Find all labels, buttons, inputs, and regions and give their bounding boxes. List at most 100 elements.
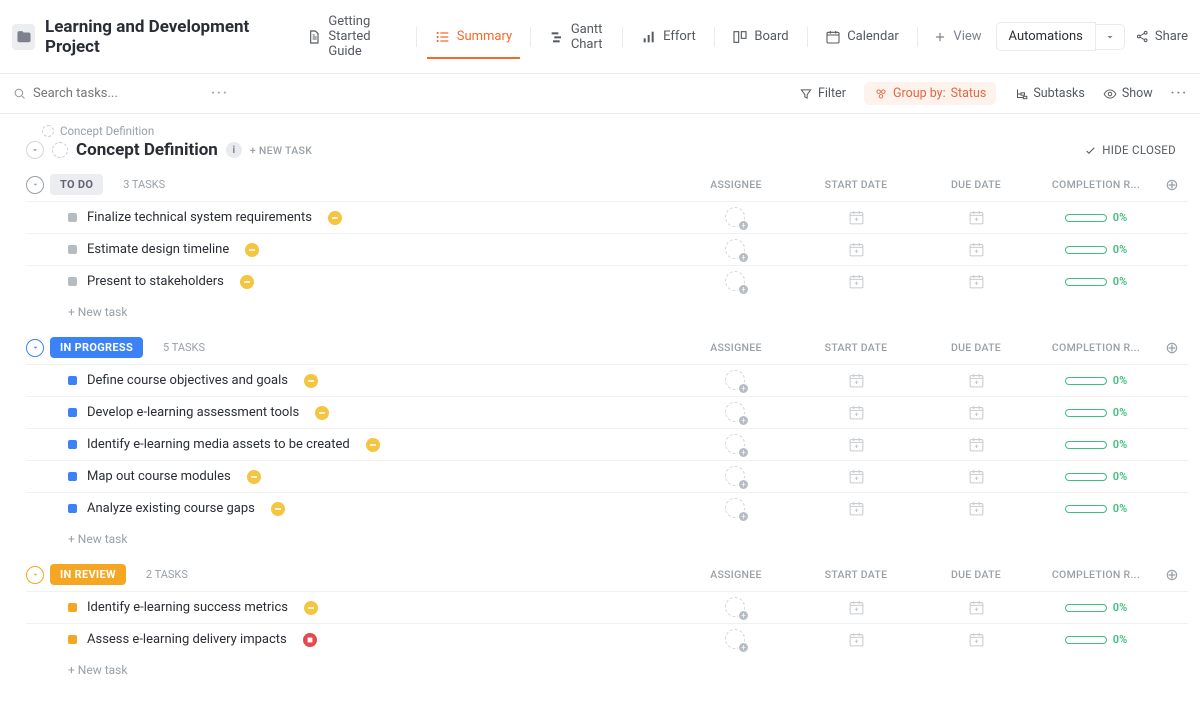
- task-name[interactable]: Identify e-learning success metrics: [87, 600, 288, 615]
- automations-caret[interactable]: [1096, 24, 1125, 50]
- column-header-completion[interactable]: COMPLETION R...: [1036, 341, 1156, 354]
- start-date-cell[interactable]: [796, 273, 916, 290]
- subtasks-button[interactable]: Subtasks: [1014, 86, 1084, 101]
- column-header-start-date[interactable]: START DATE: [796, 341, 916, 354]
- task-row[interactable]: Analyze existing course gaps + 0%: [26, 492, 1188, 524]
- tab-calendar[interactable]: Calendar: [813, 23, 911, 51]
- status-pill[interactable]: IN PROGRESS: [50, 337, 143, 358]
- task-name[interactable]: Estimate design timeline: [87, 242, 229, 257]
- start-date-cell[interactable]: [796, 599, 916, 616]
- priority-badge[interactable]: [245, 243, 259, 257]
- tab-effort[interactable]: Effort: [629, 23, 708, 51]
- task-name[interactable]: Map out course modules: [87, 469, 231, 484]
- start-date-cell[interactable]: [796, 500, 916, 517]
- task-row[interactable]: Define course objectives and goals + 0%: [26, 364, 1188, 396]
- assignee-cell[interactable]: +: [676, 629, 796, 651]
- completion-cell[interactable]: 0%: [1036, 211, 1156, 224]
- assignee-cell[interactable]: +: [676, 370, 796, 392]
- completion-cell[interactable]: 0%: [1036, 470, 1156, 483]
- task-name[interactable]: Analyze existing course gaps: [87, 501, 255, 516]
- task-row[interactable]: Identify e-learning success metrics + 0%: [26, 591, 1188, 623]
- column-header-completion[interactable]: COMPLETION R...: [1036, 178, 1156, 191]
- assignee-cell[interactable]: +: [676, 402, 796, 424]
- completion-cell[interactable]: 0%: [1036, 275, 1156, 288]
- priority-badge[interactable]: [247, 470, 261, 484]
- info-icon[interactable]: i: [226, 142, 242, 158]
- task-name[interactable]: Present to stakeholders: [87, 274, 224, 289]
- due-date-cell[interactable]: [916, 631, 1036, 648]
- due-date-cell[interactable]: [916, 468, 1036, 485]
- due-date-cell[interactable]: [916, 209, 1036, 226]
- add-column-button[interactable]: ⊕: [1156, 565, 1188, 584]
- column-header-assignee[interactable]: ASSIGNEE: [676, 341, 796, 354]
- due-date-cell[interactable]: [916, 404, 1036, 421]
- task-name[interactable]: Define course objectives and goals: [87, 373, 288, 388]
- priority-badge[interactable]: [328, 211, 342, 225]
- column-header-completion[interactable]: COMPLETION R...: [1036, 568, 1156, 581]
- due-date-cell[interactable]: [916, 241, 1036, 258]
- collapse-list-button[interactable]: [26, 141, 44, 159]
- completion-cell[interactable]: 0%: [1036, 438, 1156, 451]
- new-task-button[interactable]: + New task: [26, 655, 1188, 677]
- status-pill[interactable]: IN REVIEW: [50, 564, 126, 585]
- assignee-cell[interactable]: +: [676, 498, 796, 520]
- assignee-cell[interactable]: +: [676, 271, 796, 293]
- show-button[interactable]: Show: [1103, 86, 1153, 101]
- column-header-due-date[interactable]: DUE DATE: [916, 568, 1036, 581]
- toolbar-more-icon[interactable]: ···: [1171, 86, 1188, 101]
- tab-summary[interactable]: Summary: [423, 23, 524, 51]
- priority-badge[interactable]: [304, 601, 318, 615]
- completion-cell[interactable]: 0%: [1036, 633, 1156, 646]
- tab-board[interactable]: Board: [720, 23, 800, 51]
- start-date-cell[interactable]: [796, 631, 916, 648]
- completion-cell[interactable]: 0%: [1036, 406, 1156, 419]
- new-task-button[interactable]: + New task: [26, 524, 1188, 546]
- tab-getting-started[interactable]: Getting Started Guide: [294, 8, 410, 65]
- assignee-cell[interactable]: +: [676, 434, 796, 456]
- task-row[interactable]: Estimate design timeline + 0%: [26, 233, 1188, 265]
- task-name[interactable]: Identify e-learning media assets to be c…: [87, 437, 350, 452]
- task-row[interactable]: Map out course modules + 0%: [26, 460, 1188, 492]
- hide-closed-button[interactable]: HIDE CLOSED: [1084, 143, 1188, 157]
- task-row[interactable]: Identify e-learning media assets to be c…: [26, 428, 1188, 460]
- due-date-cell[interactable]: [916, 599, 1036, 616]
- start-date-cell[interactable]: [796, 468, 916, 485]
- collapse-group-button[interactable]: [26, 176, 44, 194]
- due-date-cell[interactable]: [916, 500, 1036, 517]
- column-header-start-date[interactable]: START DATE: [796, 178, 916, 191]
- column-header-assignee[interactable]: ASSIGNEE: [676, 178, 796, 191]
- search-input[interactable]: [33, 86, 193, 101]
- priority-badge[interactable]: [240, 275, 254, 289]
- priority-badge[interactable]: [315, 406, 329, 420]
- add-view-button[interactable]: View: [923, 23, 991, 50]
- due-date-cell[interactable]: [916, 436, 1036, 453]
- filter-button[interactable]: Filter: [799, 86, 846, 101]
- search-more-icon[interactable]: ···: [211, 86, 229, 101]
- task-name[interactable]: Finalize technical system requirements: [87, 210, 312, 225]
- start-date-cell[interactable]: [796, 372, 916, 389]
- add-column-button[interactable]: ⊕: [1156, 175, 1188, 194]
- new-task-inline-button[interactable]: + NEW TASK: [250, 144, 312, 157]
- new-task-button[interactable]: + New task: [26, 297, 1188, 319]
- automations-button[interactable]: Automations: [996, 22, 1096, 51]
- add-column-button[interactable]: ⊕: [1156, 338, 1188, 357]
- column-header-start-date[interactable]: START DATE: [796, 568, 916, 581]
- group-by-button[interactable]: Group by: Status: [864, 82, 996, 105]
- priority-badge[interactable]: [303, 633, 317, 647]
- task-row[interactable]: Develop e-learning assessment tools + 0%: [26, 396, 1188, 428]
- completion-cell[interactable]: 0%: [1036, 243, 1156, 256]
- assignee-cell[interactable]: +: [676, 239, 796, 261]
- folder-icon[interactable]: [12, 24, 35, 50]
- task-row[interactable]: Assess e-learning delivery impacts + 0%: [26, 623, 1188, 655]
- completion-cell[interactable]: 0%: [1036, 374, 1156, 387]
- assignee-cell[interactable]: +: [676, 597, 796, 619]
- column-header-due-date[interactable]: DUE DATE: [916, 178, 1036, 191]
- column-header-due-date[interactable]: DUE DATE: [916, 341, 1036, 354]
- start-date-cell[interactable]: [796, 404, 916, 421]
- due-date-cell[interactable]: [916, 273, 1036, 290]
- collapse-group-button[interactable]: [26, 566, 44, 584]
- status-pill[interactable]: TO DO: [50, 174, 103, 195]
- task-row[interactable]: Finalize technical system requirements +…: [26, 201, 1188, 233]
- assignee-cell[interactable]: +: [676, 466, 796, 488]
- breadcrumb[interactable]: Concept Definition: [60, 124, 154, 138]
